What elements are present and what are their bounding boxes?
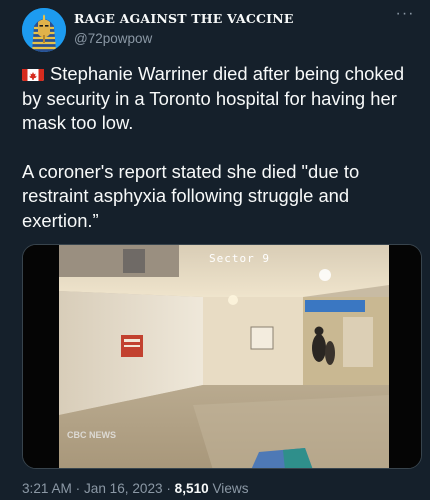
cbc-watermark: CBC NEWS	[67, 430, 116, 440]
tweet-paragraph-2: A coroner's report stated she died "due …	[22, 160, 360, 231]
tweet-time[interactable]: 3:21 AM	[22, 481, 72, 496]
tweet-text: Stephanie Warriner died after being chok…	[22, 62, 424, 233]
tweet-paragraph-1: Stephanie Warriner died after being chok…	[22, 62, 424, 136]
tweet-paragraph-1-text: Stephanie Warriner died after being chok…	[22, 63, 405, 133]
author-handle[interactable]: @72powpow	[74, 31, 152, 46]
video-frame: Sector 9 CBC NEWS	[23, 245, 421, 468]
author-display-name[interactable]: RAGE AGAINST THE VACCINE	[74, 11, 294, 26]
tweet-date[interactable]: Jan 16, 2023	[84, 481, 163, 496]
views-count: 8,510	[174, 481, 209, 496]
meta-separator-2: ·	[162, 481, 175, 496]
canada-flag-icon	[22, 66, 44, 81]
tweet: RAGE AGAINST THE VACCINE @72powpow ··· S…	[0, 0, 430, 500]
video-overlay-text: Sector 9	[209, 252, 270, 265]
views-label: Views	[212, 481, 249, 496]
tweet-metadata: 3:21 AM · Jan 16, 2023 · 8,510 Views	[22, 481, 249, 496]
meta-separator: ·	[71, 481, 84, 496]
video-media[interactable]: Sector 9 CBC NEWS	[22, 244, 422, 469]
more-horizontal-icon: ···	[395, 5, 415, 22]
avatar[interactable]	[22, 8, 66, 52]
avatar-image	[22, 8, 66, 52]
more-options-button[interactable]: ···	[394, 5, 416, 26]
